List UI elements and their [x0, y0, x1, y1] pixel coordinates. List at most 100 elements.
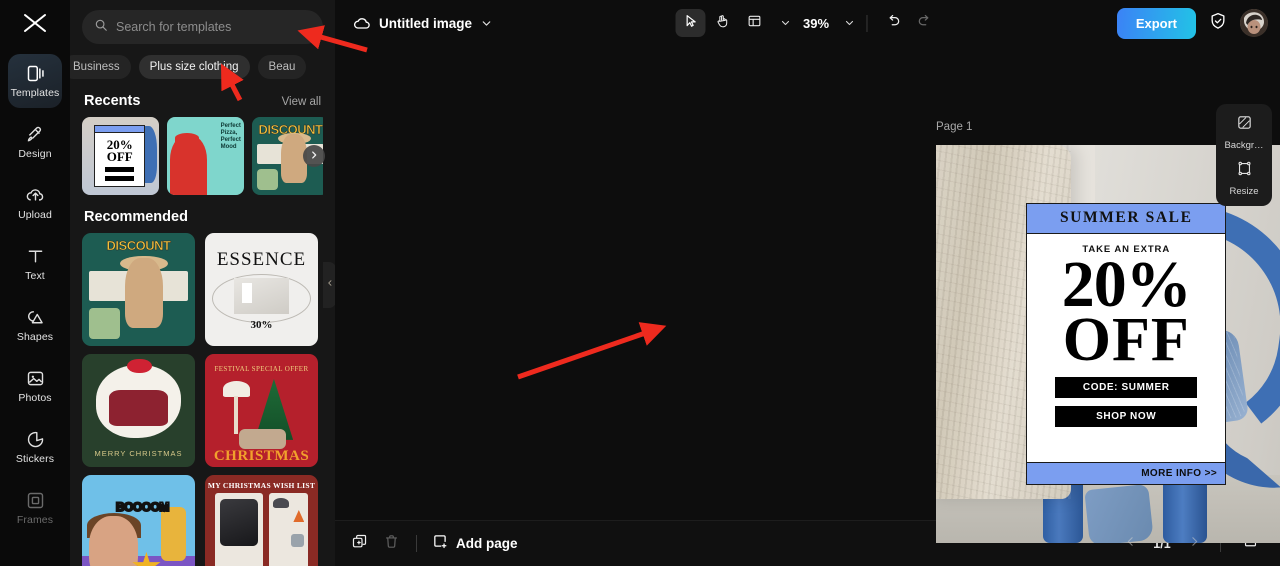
trash-icon [383, 533, 400, 555]
flyer-headline-1: 20% [1061, 247, 1192, 321]
page-label: Page 1 [936, 121, 973, 133]
flyer-code-button[interactable]: CODE: SUMMER [1055, 377, 1198, 399]
sidebar-item-design[interactable]: Design [8, 115, 62, 169]
flyer-more-info-text: MORE INFO >> [1141, 468, 1218, 480]
top-right-actions: Export [1116, 7, 1268, 39]
recommended-template-6[interactable]: MY CHRISTMAS WISH LIST [205, 475, 318, 566]
search-bar[interactable] [82, 10, 323, 44]
sidebar-item-label: Stickers [15, 453, 55, 465]
flyer-footer[interactable]: MORE INFO >> [1027, 462, 1226, 485]
photos-icon [25, 368, 46, 389]
hand-tool-button[interactable] [707, 9, 737, 37]
next-page-button[interactable] [1181, 531, 1207, 557]
sidebar-item-label: Upload [18, 209, 52, 221]
canvas-area[interactable]: Page 1 SUMMER SALE TAKE AN EXTRA 20% OFF… [335, 46, 1280, 543]
document-title[interactable]: Untitled image [379, 16, 472, 31]
sidebar-item-label: Templates [10, 87, 60, 99]
flyer-design[interactable]: SUMMER SALE TAKE AN EXTRA 20% OFF CODE: … [1026, 202, 1227, 486]
chip-plus-size-clothing[interactable]: Plus size clothing [138, 55, 250, 79]
add-page-icon [432, 533, 449, 555]
flyer-header-text: SUMMER SALE [1059, 209, 1193, 227]
canvas-right-panel: Backgr… Resize [1216, 104, 1272, 206]
duplicate-page-button[interactable] [343, 529, 375, 559]
sidebar-item-label: Frames [16, 514, 54, 526]
templates-panel: Business Plus size clothing Beau Recents… [70, 0, 335, 566]
sidebar-item-photos[interactable]: Photos [8, 359, 62, 413]
stickers-icon [25, 429, 46, 450]
upload-icon [25, 185, 46, 206]
sidebar-item-frames[interactable]: Frames [8, 481, 62, 535]
add-page-label: Add page [456, 536, 518, 551]
recommended-title: Recommended [84, 209, 188, 225]
avatar[interactable] [1240, 9, 1268, 37]
sidebar-item-label: Text [25, 270, 45, 282]
chip-beauty[interactable]: Beau [257, 55, 307, 79]
panel-collapse-button[interactable] [323, 262, 335, 308]
canvas-tools: 39% [674, 9, 940, 37]
chip-business[interactable]: Business [70, 55, 131, 79]
sidebar-item-text[interactable]: Text [8, 237, 62, 291]
redo-icon [917, 12, 934, 34]
text-icon [25, 246, 46, 267]
search-wrap [70, 0, 335, 44]
recents-title: Recents [84, 93, 141, 109]
export-button[interactable]: Export [1116, 7, 1196, 39]
recent-template-1[interactable]: 20% OFF [82, 117, 159, 195]
recommended-header: Recommended [70, 195, 335, 233]
search-icon [94, 18, 108, 37]
chevron-right-icon [1188, 535, 1201, 553]
background-button[interactable]: Backgr… [1219, 110, 1269, 154]
design-icon [25, 124, 46, 145]
shapes-icon [25, 307, 46, 328]
recommended-template-1[interactable]: DISCOUNT [82, 233, 195, 346]
resize-label: Resize [1229, 185, 1259, 197]
layout-tool-button[interactable] [739, 9, 769, 37]
duplicate-icon [351, 533, 368, 555]
redo-button[interactable] [910, 9, 940, 37]
flyer-headline-2: OFF [1062, 306, 1190, 375]
add-page-button[interactable]: Add page [432, 533, 518, 555]
recent-template-2[interactable]: Perfect Pizza, Perfect Mood [167, 117, 244, 195]
recommended-template-2[interactable]: ESSENCE 30% [205, 233, 318, 346]
capcut-editor-window: Templates Design Upload Text Shapes Phot… [0, 0, 1280, 566]
cursor-arrow-icon [682, 13, 698, 34]
sidebar-item-stickers[interactable]: Stickers [8, 420, 62, 474]
capcut-logo-icon[interactable] [0, 0, 70, 46]
sidebar-item-shapes[interactable]: Shapes [8, 298, 62, 352]
resize-button[interactable]: Resize [1219, 156, 1269, 200]
search-input[interactable] [116, 20, 311, 34]
recommended-template-4[interactable]: FESTIVAL SPECIAL OFFER CHRISTMAS [205, 354, 318, 467]
zoom-chevron-down-icon[interactable] [843, 17, 855, 29]
select-tool-button[interactable] [674, 9, 705, 37]
chevron-down-icon[interactable] [480, 17, 493, 30]
bottombar-divider [416, 535, 417, 552]
flyer-shop-now-button[interactable]: SHOP NOW [1055, 406, 1198, 428]
recents-header: Recents View all [70, 79, 335, 117]
hand-icon [714, 13, 730, 34]
toolbar-divider [866, 14, 868, 32]
undo-button[interactable] [878, 9, 908, 37]
recents-next-button[interactable] [303, 145, 325, 167]
recommended-template-3[interactable]: MERRY CHRISTMAS [82, 354, 195, 467]
rail-items: Templates Design Upload Text Shapes Phot… [0, 46, 70, 542]
recommended-grid: DISCOUNT ESSENCE 30% MERRY CHRISTMAS FES… [70, 233, 335, 566]
undo-icon [885, 12, 902, 34]
background-label: Backgr… [1224, 139, 1264, 151]
cloud-saved-icon[interactable] [347, 13, 377, 33]
recommended-template-5[interactable]: BOOOOM [82, 475, 195, 566]
delete-page-button[interactable] [375, 529, 407, 559]
layout-chevron-down-icon[interactable] [779, 17, 791, 29]
sidebar-item-label: Design [18, 148, 52, 160]
left-rail: Templates Design Upload Text Shapes Phot… [0, 0, 70, 566]
shield-check-icon[interactable] [1208, 11, 1228, 36]
flyer-header[interactable]: SUMMER SALE [1027, 203, 1226, 234]
sidebar-item-templates[interactable]: Templates [8, 54, 62, 108]
zoom-level-value[interactable]: 39% [793, 16, 833, 31]
top-toolbar: Untitled image 39% Export [335, 0, 1280, 46]
sidebar-item-upload[interactable]: Upload [8, 176, 62, 230]
recents-view-all-link[interactable]: View all [282, 96, 321, 108]
frames-icon [25, 490, 46, 511]
prev-page-button[interactable] [1117, 531, 1143, 557]
chevron-left-icon [326, 276, 334, 294]
templates-icon [25, 63, 46, 84]
